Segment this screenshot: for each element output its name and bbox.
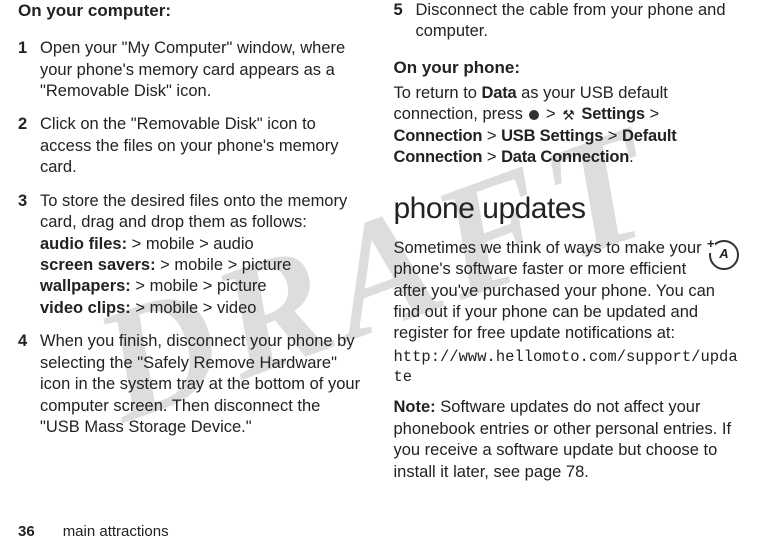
left-column: On your computer: 1 Open your "My Comput… xyxy=(18,0,364,520)
step-5: 5 Disconnect the cable from your phone a… xyxy=(394,0,740,43)
step-number: 4 xyxy=(18,331,40,438)
file-label: video clips: xyxy=(40,299,131,317)
center-key-icon xyxy=(529,110,539,120)
period: . xyxy=(629,148,634,166)
step3-intro: To store the desired files onto the memo… xyxy=(40,192,347,231)
gt: > xyxy=(603,127,622,145)
step-text: Disconnect the cable from your phone and… xyxy=(416,0,740,43)
phone-heading: On your phone: xyxy=(394,57,740,79)
menu-connection: Connection xyxy=(394,127,483,145)
file-label: screen savers: xyxy=(40,256,156,274)
update-badge-icon xyxy=(709,240,739,270)
step-text: Click on the "Removable Disk" icon to ac… xyxy=(40,114,364,178)
file-path: > mobile > audio xyxy=(127,235,254,253)
step-text: To store the desired files onto the memo… xyxy=(40,191,364,320)
step-4: 4 When you finish, disconnect your phone… xyxy=(18,331,364,438)
step-text: When you finish, disconnect your phone b… xyxy=(40,331,364,438)
settings-icon: ⚒ xyxy=(562,106,575,124)
step-number: 5 xyxy=(394,0,416,43)
note-paragraph: Note: Software updates do not affect you… xyxy=(394,397,740,483)
text: To return to xyxy=(394,84,482,102)
note-text: Software updates do not affect your phon… xyxy=(394,398,732,480)
page-body: On your computer: 1 Open your "My Comput… xyxy=(0,0,757,520)
gt: > xyxy=(482,148,501,166)
step-text: Open your "My Computer" window, where yo… xyxy=(40,38,364,102)
step-1: 1 Open your "My Computer" window, where … xyxy=(18,38,364,102)
file-path: > mobile > video xyxy=(131,299,257,317)
step-number: 1 xyxy=(18,38,40,102)
step-number: 3 xyxy=(18,191,40,320)
file-label: wallpapers: xyxy=(40,277,131,295)
data-label: Data xyxy=(482,84,517,102)
page-footer: 36 main attractions xyxy=(18,523,169,540)
step-3: 3 To store the desired files onto the me… xyxy=(18,191,364,320)
footer-title: main attractions xyxy=(63,523,169,540)
return-instruction: To return to Data as your USB default co… xyxy=(394,83,740,169)
note-label: Note: xyxy=(394,398,436,416)
step-number: 2 xyxy=(18,114,40,178)
menu-usb-settings: USB Settings xyxy=(501,127,603,145)
update-url: http://www.hellomoto.com/support/update xyxy=(394,347,740,387)
file-path: > mobile > picture xyxy=(156,256,292,274)
computer-heading: On your computer: xyxy=(18,0,364,22)
updates-paragraph: Sometimes we think of ways to make your … xyxy=(394,238,740,345)
text: Sometimes we think of ways to make your … xyxy=(394,239,715,343)
gt: > xyxy=(482,127,501,145)
right-column: 5 Disconnect the cable from your phone a… xyxy=(394,0,740,520)
section-heading-phone-updates: phone updates xyxy=(394,189,740,228)
file-label: audio files: xyxy=(40,235,127,253)
page-number: 36 xyxy=(18,523,35,540)
step-2: 2 Click on the "Removable Disk" icon to … xyxy=(18,114,364,178)
gt: > xyxy=(645,105,659,123)
menu-data-connection: Data Connection xyxy=(501,148,629,166)
file-path: > mobile > picture xyxy=(131,277,267,295)
gt: > xyxy=(541,105,560,123)
menu-settings: Settings xyxy=(581,105,645,123)
